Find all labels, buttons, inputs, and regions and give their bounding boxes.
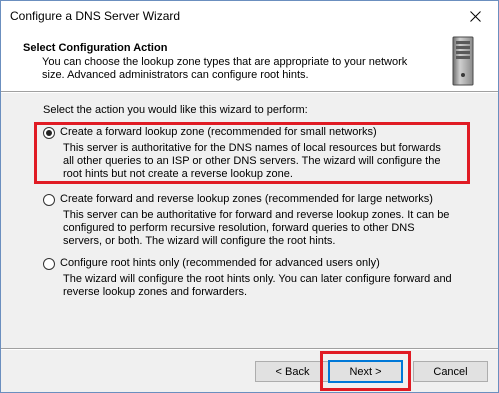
page-title: Select Configuration Action — [23, 42, 168, 54]
close-icon — [470, 10, 481, 22]
radio-forward-and-reverse-zones[interactable] — [43, 194, 55, 206]
option-label[interactable]: Configure root hints only (recommended f… — [60, 257, 380, 269]
page-description: You can choose the lookup zone types tha… — [42, 56, 408, 81]
title-bar: Configure a DNS Server Wizard — [1, 1, 498, 31]
option-highlight-box — [34, 122, 470, 184]
cancel-button[interactable]: Cancel — [413, 361, 488, 382]
next-highlight-box — [320, 351, 411, 391]
option-description: The wizard will configure the root hints… — [63, 273, 452, 298]
wizard-header: Select Configuration Action You can choo… — [1, 31, 498, 91]
wizard-window: Configure a DNS Server Wizard Select Con… — [0, 0, 499, 393]
action-prompt: Select the action you would like this wi… — [43, 104, 308, 116]
option-label[interactable]: Create forward and reverse lookup zones … — [60, 193, 433, 205]
window-title: Configure a DNS Server Wizard — [10, 9, 181, 23]
wizard-footer: < Back Next > Cancel — [1, 350, 498, 392]
radio-root-hints-only[interactable] — [43, 258, 55, 270]
server-icon — [452, 36, 474, 86]
option-description: This server can be authoritative for for… — [63, 209, 450, 247]
close-button[interactable] — [453, 1, 498, 31]
back-button[interactable]: < Back — [255, 361, 330, 382]
